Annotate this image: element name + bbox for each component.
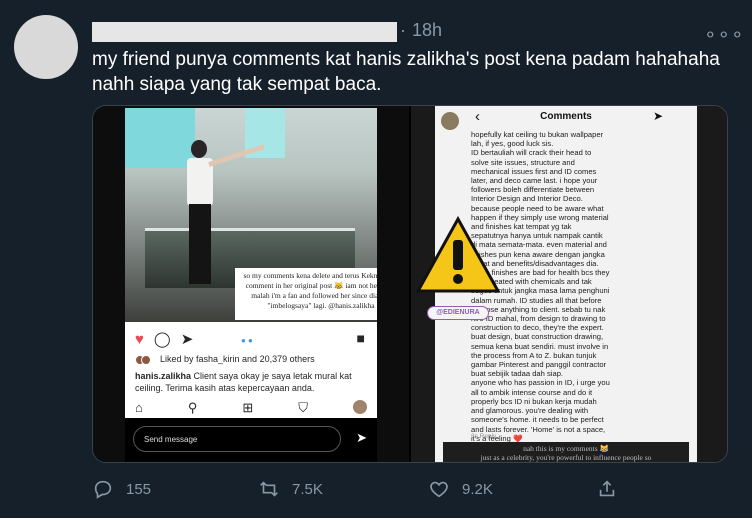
caption-username: hanis.zalikha: [135, 371, 192, 381]
search-icon: ⚲: [187, 400, 198, 415]
comment-text: hopefully kat ceiling tu bukan wallpaper…: [471, 130, 610, 443]
tweet-actions: 155 7.5K 9.2K: [92, 478, 652, 502]
share-icon: ➤: [180, 331, 194, 348]
tweet-media[interactable]: so my comments kena delete and terus Kek…: [92, 105, 728, 463]
reply-icon: [94, 480, 112, 499]
commenter-avatar: [441, 112, 459, 130]
likes-line: Liked by fasha_kirin and 20,379 others: [135, 354, 315, 365]
send-icon: ➤: [652, 109, 663, 123]
comments-header: ‹ Comments ➤: [435, 106, 697, 128]
author-name-redacted[interactable]: [92, 22, 397, 42]
retweet-button[interactable]: 7.5K: [258, 478, 323, 500]
reply-count: 155: [126, 480, 152, 498]
more-options-icon[interactable]: ∘∘∘: [704, 22, 745, 47]
add-icon: ⊞: [242, 400, 254, 415]
comment-meta: 3s Reply: [471, 433, 497, 440]
carousel-dots-icon: ● ●: [241, 336, 253, 345]
comment-icon: ◯: [153, 331, 171, 348]
separator-dot: ·: [400, 20, 406, 40]
like-button[interactable]: 9.2K: [428, 478, 493, 500]
like-count: 9.2K: [462, 480, 493, 498]
tweet-timestamp[interactable]: 18h: [412, 20, 442, 41]
tweet-text: my friend punya comments kat hanis zalik…: [92, 49, 720, 95]
send-icon: ➤: [356, 430, 367, 445]
profile-icon: [353, 400, 367, 414]
liked-by-text: Liked by fasha_kirin and 20,379 others: [160, 354, 315, 364]
author-avatar[interactable]: [14, 15, 78, 79]
instagram-nav: ⌂ ⚲ ⊞ ⛉: [135, 400, 367, 416]
home-icon: ⌂: [135, 400, 143, 415]
share-upload-icon: [599, 480, 615, 497]
note-caption: nah this is my comments 😹 just as a cele…: [443, 442, 689, 462]
bookmark-icon: ■: [356, 330, 365, 346]
heart-outline-icon: [430, 481, 448, 498]
person-figure: [183, 140, 265, 290]
shop-icon: ⛉: [298, 400, 309, 415]
post-caption: hanis.zalikha Client saya okay je saya l…: [135, 370, 369, 394]
media-left-image[interactable]: so my comments kena delete and terus Kek…: [93, 106, 409, 462]
liker-avatars: [135, 354, 157, 365]
send-message-input: Send message: [133, 426, 341, 452]
share-button[interactable]: [596, 478, 630, 500]
instagram-photo: so my comments kena delete and terus Kek…: [125, 108, 377, 322]
reply-button[interactable]: 155: [92, 478, 151, 500]
retweet-icon: [260, 481, 278, 497]
overlay-caption: so my comments kena delete and terus Kek…: [235, 268, 377, 320]
retweet-count: 7.5K: [292, 480, 323, 498]
dm-bar: Send message ➤: [125, 418, 377, 462]
warning-icon: [415, 216, 501, 293]
instagram-post-footer: ♥ ◯ ➤ ● ● ■ Liked by fasha_kirin and 20,37…: [125, 322, 377, 418]
heart-icon: ♥: [135, 331, 144, 348]
watermark-tag: @EDIENURA: [427, 306, 489, 320]
